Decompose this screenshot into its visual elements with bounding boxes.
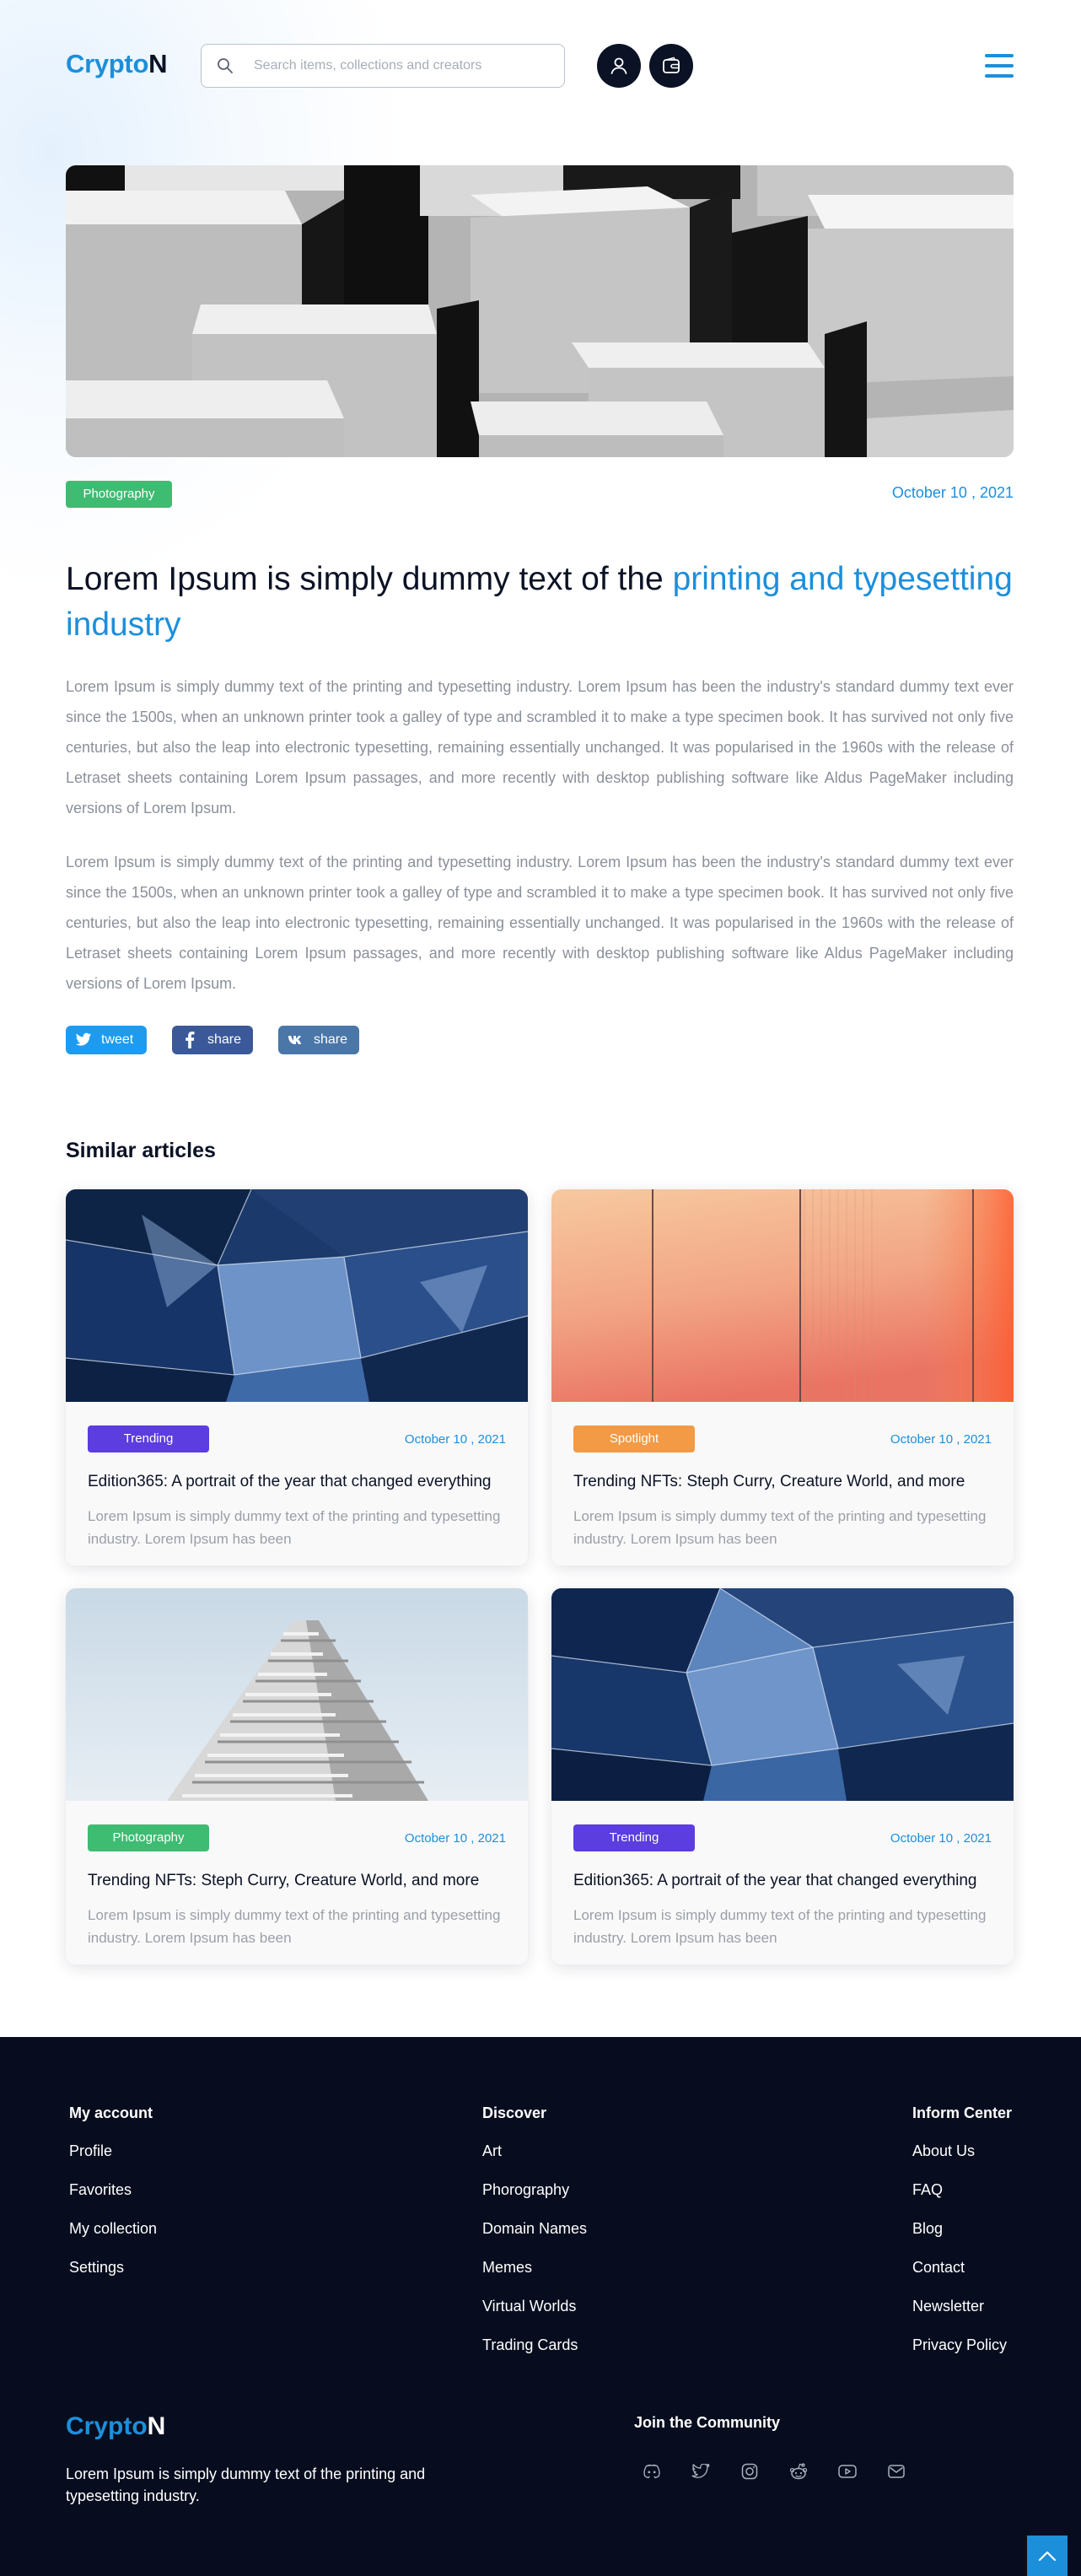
footer-logo[interactable]: CryptoN (66, 2412, 165, 2441)
card-title[interactable]: Trending NFTs: Steph Curry, Creature Wor… (573, 1473, 992, 1491)
footer-link-blog[interactable]: Blog (912, 2219, 1012, 2258)
footer-heading: Discover (482, 2104, 547, 2121)
footer-link-domain-names[interactable]: Domain Names (482, 2219, 587, 2258)
footer-column-discover: Discover Art Phorography Domain Names Me… (482, 2104, 587, 2374)
footer-logo-text-accent: N (147, 2412, 166, 2440)
twitter-icon[interactable] (691, 2462, 710, 2481)
article-card[interactable]: Trending October 10 , 2021 Edition365: A… (551, 1588, 1014, 1964)
footer-link-photography[interactable]: Phorography (482, 2180, 587, 2219)
footer-column-inform-center: Inform Center About Us FAQ Blog Contact … (912, 2104, 1012, 2374)
footer-link-contact[interactable]: Contact (912, 2258, 1012, 2297)
footer-link-faq[interactable]: FAQ (912, 2180, 1012, 2219)
article-paragraph: Lorem Ipsum is simply dummy text of the … (66, 854, 1014, 992)
facebook-share-label: share (207, 1032, 242, 1047)
profile-button[interactable] (597, 44, 641, 88)
card-image (551, 1189, 1014, 1402)
footer-description: Lorem Ipsum is simply dummy text of the … (66, 2466, 426, 2504)
card-tag[interactable]: Photography (88, 1824, 209, 1851)
card-tag[interactable]: Trending (88, 1425, 209, 1452)
article-card[interactable]: Photography October 10 , 2021 Trending N… (66, 1588, 528, 1964)
card-tag[interactable]: Spotlight (573, 1425, 695, 1452)
search-bar[interactable]: Search items, collections and creators (201, 44, 565, 88)
card-date: October 10 , 2021 (890, 1432, 992, 1447)
tweet-label: tweet (101, 1032, 134, 1047)
card-body: Trending October 10 , 2021 Edition365: A… (66, 1402, 528, 1566)
card-description: Lorem Ipsum is simply dummy text of the … (573, 1508, 987, 1547)
menu-bar (985, 54, 1014, 57)
footer: My account Profile Favorites My collecti… (0, 2037, 1081, 2576)
article-card[interactable]: Spotlight October 10 , 2021 Trending NFT… (551, 1189, 1014, 1566)
footer-link-memes[interactable]: Memes (482, 2258, 587, 2297)
card-image (66, 1588, 528, 1801)
footer-link-profile[interactable]: Profile (69, 2142, 157, 2180)
card-title[interactable]: Edition365: A portrait of the year that … (88, 1473, 506, 1491)
footer-logo-text: Crypto (66, 2412, 148, 2440)
vk-share-label: share (314, 1032, 348, 1047)
footer-link-virtual-worlds[interactable]: Virtual Worlds (482, 2297, 587, 2336)
facebook-icon (180, 1031, 199, 1049)
footer-column-my-account: My account Profile Favorites My collecti… (69, 2104, 157, 2297)
menu-bar (985, 64, 1014, 67)
wallet-icon (663, 57, 680, 73)
card-body: Trending October 10 , 2021 Edition365: A… (551, 1801, 1014, 1964)
twitter-icon (74, 1031, 93, 1049)
youtube-icon[interactable] (838, 2462, 857, 2481)
logo-text: Crypto (66, 49, 149, 78)
card-tag[interactable]: Trending (573, 1824, 695, 1851)
hero-image (66, 165, 1014, 457)
card-date: October 10 , 2021 (404, 1432, 506, 1447)
footer-link-about-us[interactable]: About Us (912, 2142, 1012, 2180)
chevron-up-icon (1038, 2551, 1057, 2562)
tweet-button[interactable]: tweet (66, 1026, 147, 1054)
reddit-icon[interactable] (789, 2462, 808, 2481)
hero-cubes-picture (66, 165, 1014, 457)
discord-icon[interactable] (643, 2462, 661, 2481)
card-title[interactable]: Trending NFTs: Steph Curry, Creature Wor… (88, 1872, 506, 1890)
user-icon (610, 57, 627, 74)
footer-heading: Inform Center (912, 2104, 1013, 2121)
card-date: October 10 , 2021 (404, 1831, 506, 1846)
logo-text-accent: N (148, 49, 168, 78)
scroll-to-top-button[interactable] (1027, 2536, 1068, 2576)
article-title: Lorem Ipsum is simply dummy text of the … (66, 557, 1014, 648)
menu-bar (985, 74, 1014, 78)
card-image (551, 1588, 1014, 1801)
card-date: October 10 , 2021 (890, 1831, 992, 1846)
card-description: Lorem Ipsum is simply dummy text of the … (88, 1508, 501, 1547)
article-date: October 10 , 2021 (891, 484, 1014, 501)
logo[interactable]: CryptoN (66, 49, 167, 79)
card-image (66, 1189, 528, 1402)
footer-link-my-collection[interactable]: My collection (69, 2219, 157, 2258)
email-icon[interactable] (887, 2462, 906, 2481)
community-heading: Join the Community (634, 2414, 781, 2431)
footer-link-privacy-policy[interactable]: Privacy Policy (912, 2336, 1012, 2374)
footer-heading: My account (69, 2104, 153, 2121)
article-title-text: Lorem Ipsum is simply dummy text of the (66, 561, 673, 597)
hamburger-menu-button[interactable] (985, 54, 1014, 78)
article-paragraph: Lorem Ipsum is simply dummy text of the … (66, 678, 1014, 816)
search-input[interactable]: Search items, collections and creators (254, 58, 481, 73)
footer-link-favorites[interactable]: Favorites (69, 2180, 157, 2219)
footer-link-newsletter[interactable]: Newsletter (912, 2297, 1012, 2336)
footer-link-trading-cards[interactable]: Trading Cards (482, 2336, 587, 2374)
card-description: Lorem Ipsum is simply dummy text of the … (88, 1907, 501, 1946)
vk-share-button[interactable]: share (278, 1026, 359, 1054)
similar-articles-heading: Similar articles (66, 1139, 216, 1162)
facebook-share-button[interactable]: share (172, 1026, 253, 1054)
social-links (643, 2462, 906, 2481)
footer-link-art[interactable]: Art (482, 2142, 587, 2180)
search-icon (218, 58, 233, 73)
card-title[interactable]: Edition365: A portrait of the year that … (573, 1872, 992, 1890)
vk-icon (287, 1031, 305, 1049)
card-body: Photography October 10 , 2021 Trending N… (66, 1801, 528, 1964)
card-description: Lorem Ipsum is simply dummy text of the … (573, 1907, 987, 1946)
card-body: Spotlight October 10 , 2021 Trending NFT… (551, 1402, 1014, 1566)
header: CryptoN Search items, collections and cr… (66, 42, 1014, 89)
article-category-tag[interactable]: Photography (66, 481, 172, 508)
footer-link-settings[interactable]: Settings (69, 2258, 157, 2297)
article-card[interactable]: Trending October 10 , 2021 Edition365: A… (66, 1189, 528, 1566)
wallet-button[interactable] (649, 44, 693, 88)
instagram-icon[interactable] (740, 2462, 759, 2481)
